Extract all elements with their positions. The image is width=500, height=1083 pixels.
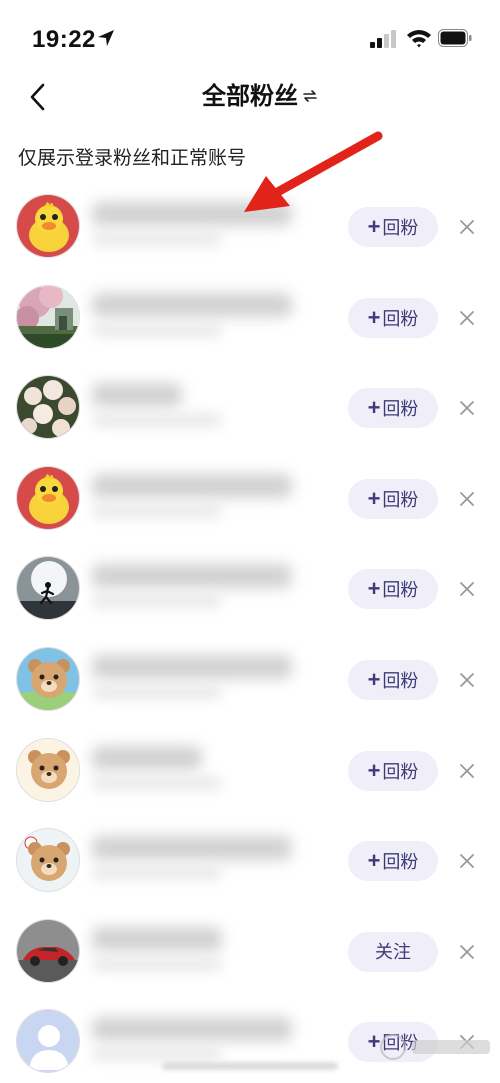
- follow-back-button[interactable]: + 回粉: [348, 297, 438, 338]
- blurred-subtitle: [92, 594, 222, 609]
- avatar[interactable]: [16, 375, 80, 440]
- fan-row[interactable]: + 回粉: [0, 361, 500, 452]
- plus-icon: +: [367, 757, 381, 783]
- remove-fan-close-icon[interactable]: [458, 490, 476, 508]
- avatar[interactable]: [16, 828, 80, 893]
- avatar[interactable]: [16, 556, 80, 621]
- fan-list: + 回粉 + 回粉 + 回粉 + 回粉 + 回粉 + 回粉 + 回粉 + 回粉 …: [0, 180, 500, 1083]
- blurred-subtitle: [92, 232, 222, 246]
- blurred-username: [92, 473, 292, 498]
- yellow-duck-avatar-icon: [17, 466, 79, 529]
- remove-fan-close-icon[interactable]: [458, 671, 476, 689]
- remove-fan-close-icon[interactable]: [458, 762, 476, 780]
- location-arrow-icon: [98, 30, 114, 46]
- status-time: 19:22: [32, 26, 96, 53]
- remove-fan-close-icon[interactable]: [458, 580, 476, 598]
- plus-icon: +: [367, 304, 381, 330]
- remove-fan-close-icon[interactable]: [458, 852, 476, 870]
- blurred-username: [92, 926, 222, 951]
- home-indicator: [162, 1062, 338, 1070]
- plus-icon: +: [367, 848, 381, 874]
- fan-row[interactable]: + 回粉: [0, 452, 500, 543]
- follow-back-button[interactable]: + 回粉: [348, 841, 438, 882]
- blurred-subtitle: [92, 684, 222, 699]
- blurred-username: [92, 745, 202, 770]
- page-title[interactable]: 全部粉丝: [0, 80, 500, 114]
- avatar[interactable]: [16, 465, 80, 530]
- blurred-subtitle: [92, 322, 222, 337]
- fan-row[interactable]: + 回粉: [0, 814, 500, 905]
- fan-row[interactable]: + 回粉: [0, 633, 500, 724]
- blurred-subtitle: [92, 413, 222, 428]
- blurred-username: [92, 292, 292, 317]
- fan-row[interactable]: + 回粉: [0, 542, 500, 633]
- plus-icon: +: [367, 485, 381, 511]
- blurred-username: [92, 202, 292, 226]
- avatar[interactable]: [16, 646, 80, 711]
- yellow-duck-avatar-icon: [17, 195, 79, 257]
- blurred-subtitle: [92, 956, 222, 971]
- switch-arrows-icon[interactable]: [302, 88, 318, 104]
- fan-row[interactable]: + 回粉: [0, 271, 500, 362]
- fan-row[interactable]: + 回粉: [0, 180, 500, 271]
- rose-bush-avatar-icon: [17, 376, 79, 439]
- follow-back-button[interactable]: + 回粉: [348, 659, 438, 700]
- follow-back-button[interactable]: + 回粉: [348, 388, 438, 429]
- blurred-username: [92, 383, 182, 408]
- blurred-subtitle: [92, 866, 222, 881]
- flowers-tree-avatar-icon: [17, 285, 79, 348]
- remove-fan-close-icon[interactable]: [458, 943, 476, 961]
- cartoon-bear-avatar-icon: [17, 647, 79, 710]
- plus-icon: +: [367, 576, 381, 602]
- cartoon-bear-avatar-icon: [17, 738, 79, 801]
- notice-text: 仅展示登录粉丝和正常账号: [18, 148, 247, 169]
- avatar[interactable]: [16, 284, 80, 349]
- cartoon-bear-avatar-icon: [17, 829, 79, 892]
- red-sports-car-avatar-icon: [17, 919, 79, 982]
- blurred-username: [92, 564, 292, 589]
- avatar[interactable]: [16, 1009, 80, 1074]
- remove-fan-close-icon[interactable]: [458, 218, 476, 236]
- blurred-subtitle: [92, 775, 222, 790]
- follow-back-button[interactable]: + 回粉: [348, 569, 438, 610]
- plus-icon: +: [367, 214, 381, 239]
- plus-icon: +: [367, 395, 381, 421]
- status-bar: 19:22: [0, 0, 500, 80]
- follow-back-button[interactable]: + 回粉: [348, 750, 438, 791]
- wifi-icon: [407, 30, 431, 48]
- runner-silhouette-avatar-icon: [17, 557, 79, 620]
- follow-button[interactable]: 关注: [348, 931, 438, 972]
- fan-row[interactable]: 关注: [0, 905, 500, 996]
- fan-row[interactable]: + 回粉: [0, 724, 500, 815]
- cellular-signal-icon: [370, 30, 396, 48]
- watermark-logo-icon: [380, 1034, 490, 1060]
- blurred-subtitle: [92, 1047, 222, 1062]
- blurred-username: [92, 654, 292, 679]
- plus-icon: +: [367, 666, 381, 692]
- remove-fan-close-icon[interactable]: [458, 399, 476, 417]
- remove-fan-close-icon[interactable]: [458, 309, 476, 327]
- follow-back-button[interactable]: + 回粉: [348, 478, 438, 519]
- blurred-username: [92, 836, 292, 861]
- follow-back-button[interactable]: + 回粉: [348, 207, 438, 247]
- blurred-subtitle: [92, 503, 222, 518]
- avatar[interactable]: [16, 194, 80, 258]
- blurred-username: [92, 1017, 292, 1042]
- avatar[interactable]: [16, 737, 80, 802]
- default-person-avatar-icon: [17, 1010, 79, 1073]
- avatar[interactable]: [16, 918, 80, 983]
- battery-icon: [438, 29, 472, 47]
